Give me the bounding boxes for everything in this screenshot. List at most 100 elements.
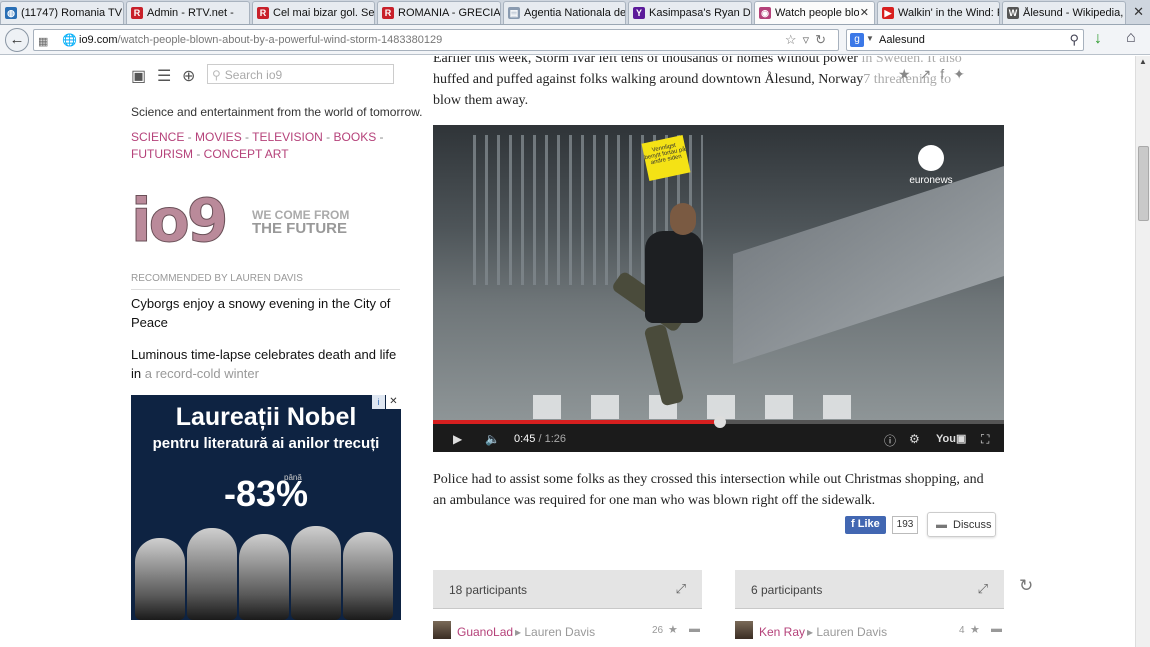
browser-nav-bar: ← ▦ 🌐 io9.com/watch-people-blown-about-b… [0, 25, 1150, 55]
browser-tab[interactable]: ◉ Watch people blo...✕ [754, 1, 875, 24]
magnifier-icon[interactable]: ⚲ [1069, 32, 1079, 48]
reply-to-name: Lauren Davis [816, 625, 888, 639]
chevron-down-icon[interactable]: ▼ [866, 34, 874, 43]
category-link[interactable]: BOOKS [334, 130, 377, 144]
add-icon[interactable]: ⊕ [182, 66, 195, 86]
recommended-title-faded: a record-cold winter [144, 366, 259, 381]
discuss-button[interactable]: ▬ Discuss [927, 512, 996, 537]
r-logo-icon: R [257, 7, 269, 19]
browser-tab-bar: W Ålesund - Wikipedia, ... ▶ Walkin' in the… [0, 0, 1150, 25]
google-icon[interactable]: g [850, 33, 864, 47]
progress-handle[interactable] [713, 416, 726, 428]
volume-icon[interactable]: 🔈 [485, 432, 500, 446]
browser-search-box[interactable]: g ▼ Aalesund ⚲ [846, 29, 1084, 51]
search-input[interactable]: ⚲ Search io9 [207, 64, 394, 84]
dropdown-arrow-icon[interactable]: ▿ [803, 32, 816, 47]
category-link[interactable]: FUTURISM [131, 147, 193, 161]
ad-subline: pentru literatură ai anilor trecuți [152, 435, 380, 452]
user-icon[interactable]: ▣ [131, 66, 146, 86]
home-icon[interactable]: ⌂ [1126, 29, 1136, 47]
participants-count: 18 participants [449, 583, 528, 597]
play-icon[interactable]: ▶ [453, 432, 462, 446]
fullscreen-icon[interactable]: ⛶ [981, 432, 989, 447]
browser-tab[interactable]: ▶ Walkin' in the Wind: P... [877, 1, 1000, 24]
share-icon[interactable]: ↗ [920, 66, 941, 82]
browser-tab[interactable]: R Cel mai bizar gol. Se ... [252, 1, 375, 24]
reply-to[interactable]: ▸ Lauren Davis [807, 625, 887, 639]
address-bar[interactable]: ▦ 🌐 io9.com/watch-people-blown-about-by-… [33, 29, 839, 51]
comment-row[interactable]: Ken Ray ▸ Lauren Davis 4 ★ ▬ [735, 620, 1004, 640]
gear-icon[interactable]: ⚙ [909, 432, 920, 446]
close-tab-icon[interactable]: ✕ [860, 6, 869, 19]
browser-tab[interactable]: R Admin - RTV.net - [126, 1, 250, 24]
io9-logo[interactable]: io9 [131, 189, 230, 254]
youtube-icon[interactable]: You▣ [936, 432, 966, 445]
video-progress-bar[interactable] [433, 416, 1004, 428]
twitter-icon[interactable]: ✦ [953, 66, 974, 82]
category-link[interactable]: TELEVISION [252, 130, 323, 144]
info-icon[interactable]: ⓘ [884, 432, 896, 449]
facebook-icon[interactable]: f [940, 66, 953, 82]
comment-row[interactable]: GuanoLad ▸ Lauren Davis 26 ★ ▬ [433, 620, 702, 640]
youtube-icon: ▶ [882, 7, 894, 19]
scrollbar[interactable]: ▲ [1135, 56, 1150, 647]
video-player[interactable]: Vennligst benytt fortau på andre siden e… [433, 125, 1004, 452]
back-button[interactable]: ← [5, 28, 29, 52]
avatar[interactable] [433, 621, 451, 639]
star-icon[interactable]: ★ [668, 623, 678, 636]
comment-user[interactable]: Ken Ray [759, 625, 805, 639]
pedestrian-leg [643, 323, 685, 407]
browser-tab[interactable]: ◍ (11747) Romania TV ... [0, 1, 124, 24]
video-frame[interactable]: Vennligst benytt fortau på andre siden e… [433, 125, 1004, 420]
star-count: 26 [652, 625, 664, 636]
recommended-link[interactable]: Luminous time-lapse celebrates death and… [131, 345, 401, 383]
reload-icon[interactable]: ↻ [815, 32, 832, 47]
recommended-link[interactable]: Cyborgs enjoy a snowy evening in the Cit… [131, 294, 401, 332]
search-icon: ⚲ [212, 68, 221, 82]
category-link[interactable]: SCIENCE [131, 130, 184, 144]
browser-tab[interactable]: W Ålesund - Wikipedia, ... [1002, 1, 1126, 24]
avatar[interactable] [735, 621, 753, 639]
channel-logo: euronews [903, 145, 959, 186]
discuss-label: Discuss [953, 519, 992, 531]
page-grid-icon: ▦ [38, 36, 49, 48]
tab-label: Cel mai bizar gol. Se ... [273, 7, 374, 19]
advertisement[interactable]: i ✕ Laureații Nobel pentru literatură ai… [131, 395, 401, 620]
facebook-icon: f [851, 518, 858, 530]
tab-label: Walkin' in the Wind: P... [898, 7, 999, 19]
download-icon[interactable]: ↓ [1094, 30, 1102, 48]
video-time: 0:45 / 1:26 [514, 433, 567, 445]
discussion-panel[interactable]: 18 participants ⤢ [433, 570, 702, 609]
category-link[interactable]: CONCEPT ART [204, 147, 289, 161]
tab-label: Admin - RTV.net - [147, 7, 234, 19]
expand-icon[interactable]: ⤢ [676, 581, 686, 597]
portrait [187, 528, 237, 620]
browser-tab[interactable]: ▤ Agentia Nationala de ... [503, 1, 626, 24]
article-body: Police had to assist some folks as they … [433, 472, 984, 508]
star-icon[interactable]: ★ [898, 66, 920, 82]
star-icon[interactable]: ★ [970, 623, 980, 636]
url-text: io9.com/watch-people-blown-about-by-a-po… [79, 34, 442, 46]
wikipedia-icon: W [1007, 7, 1019, 19]
facebook-like-button[interactable]: f Like [845, 516, 886, 534]
scroll-up-icon[interactable]: ▲ [1139, 57, 1147, 66]
reply-icon[interactable]: ▬ [689, 623, 700, 635]
reply-icon[interactable]: ▬ [991, 623, 1002, 635]
close-icon[interactable]: ✕ [1133, 4, 1144, 20]
progress-fill [433, 420, 720, 424]
globe-icon: ◍ [5, 7, 17, 19]
comment-user[interactable]: GuanoLad [457, 625, 513, 639]
reply-to[interactable]: ▸ Lauren Davis [515, 625, 595, 639]
euronews-globe-icon [918, 145, 944, 171]
refresh-icon[interactable]: ↻ [1019, 576, 1033, 596]
category-link[interactable]: MOVIES [195, 130, 242, 144]
bookmark-star-icon[interactable]: ☆ [785, 32, 803, 47]
portrait [291, 526, 341, 620]
site-tagline: Science and entertainment from the world… [131, 105, 423, 119]
scrollbar-thumb[interactable] [1138, 146, 1149, 221]
browser-tab[interactable]: Y Kasimpasa's Ryan Do... [628, 1, 752, 24]
menu-icon[interactable]: ☰ [157, 66, 171, 86]
discussion-panel[interactable]: 6 participants ⤢ [735, 570, 1004, 609]
browser-tab[interactable]: R ROMANIA - GRECIA. ... [377, 1, 501, 24]
expand-icon[interactable]: ⤢ [978, 581, 988, 597]
